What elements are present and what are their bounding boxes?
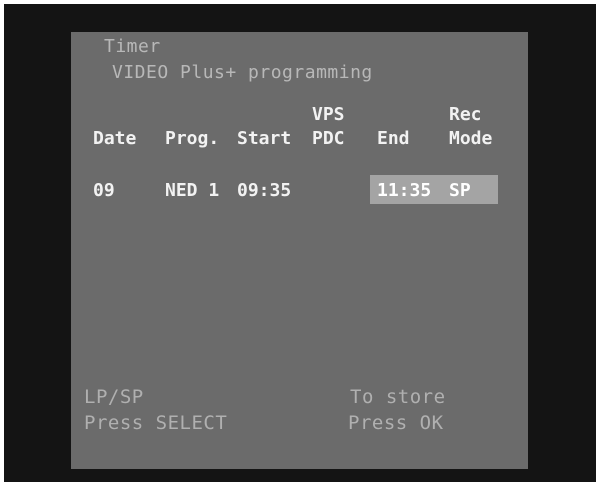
entry-rec-mode[interactable]: SP <box>449 180 471 202</box>
header-prog: Prog. <box>165 128 220 149</box>
entry-program[interactable]: NED 1 <box>165 180 219 202</box>
entry-end-time[interactable]: 11:35 <box>377 180 431 202</box>
tv-screen-frame: Timer VIDEO Plus+ programming VPS Rec Da… <box>4 4 596 482</box>
timer-osd-panel: Timer VIDEO Plus+ programming VPS Rec Da… <box>71 32 528 469</box>
header-pdc: PDC <box>312 128 345 149</box>
header-date: Date <box>93 128 137 149</box>
screen-title: Timer <box>104 36 161 57</box>
hint-press-ok: Press OK <box>348 412 444 434</box>
header-vps: VPS <box>312 104 345 125</box>
header-end: End <box>377 128 410 149</box>
screen-subtitle: VIDEO Plus+ programming <box>112 62 373 83</box>
header-start: Start <box>237 128 292 149</box>
header-mode: Mode <box>449 128 493 149</box>
header-rec: Rec <box>449 104 482 125</box>
hint-to-store: To store <box>350 386 446 408</box>
entry-start-time[interactable]: 09:35 <box>237 180 291 202</box>
hint-press-select: Press SELECT <box>84 412 228 434</box>
entry-date[interactable]: 09 <box>93 180 115 202</box>
hint-lp-sp: LP/SP <box>84 386 144 408</box>
